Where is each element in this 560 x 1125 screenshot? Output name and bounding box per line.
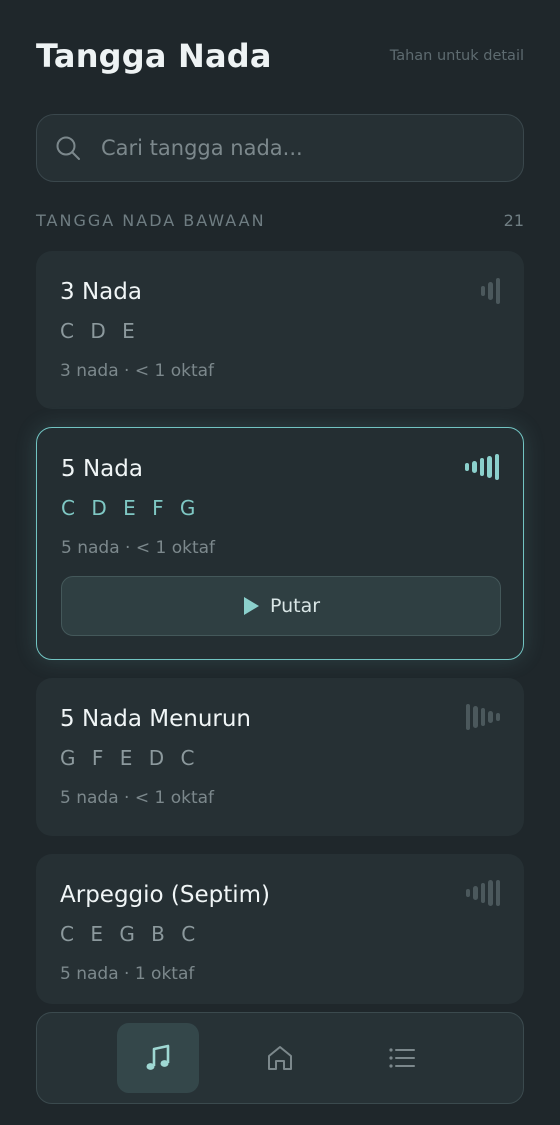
waveform-bar xyxy=(495,278,500,304)
waveform-bar xyxy=(472,461,477,473)
waveform-bar xyxy=(488,282,493,300)
scale-name: 3 Nada xyxy=(60,279,142,305)
waveform-bar xyxy=(480,883,485,903)
scale-name: Arpeggio (Septim) xyxy=(60,882,271,908)
scale-meta: 5 nada · 1 oktaf xyxy=(60,964,195,984)
waveform-bar xyxy=(488,880,493,906)
scale-notes: C E G B C xyxy=(60,922,201,946)
scale-card-arpeggio-septim[interactable]: Arpeggio (Septim) C E G B C 5 nada · 1 o… xyxy=(36,854,524,1004)
section-count: 21 xyxy=(503,210,524,230)
search-input[interactable] xyxy=(101,136,523,160)
waveform-bar xyxy=(494,454,499,480)
waveform-bar xyxy=(495,880,500,906)
scale-meta: 5 nada · < 1 oktaf xyxy=(60,788,215,808)
waveform-bar xyxy=(465,889,470,897)
scale-name: 5 Nada xyxy=(61,456,143,482)
waveform-bar xyxy=(488,711,493,723)
music-note-icon xyxy=(146,1044,170,1070)
search-icon xyxy=(56,136,80,160)
scale-card-5-nada-menurun[interactable]: 5 Nada Menurun G F E D C 5 nada · < 1 ok… xyxy=(36,678,524,836)
scale-notes: C D E xyxy=(60,319,140,343)
nav-home[interactable] xyxy=(239,1023,321,1093)
hold-hint: Tahan untuk detail xyxy=(389,48,524,64)
waveform-bar xyxy=(480,708,485,726)
scale-card-5-nada[interactable]: 5 Nada C D E F G 5 nada · < 1 oktaf Puta… xyxy=(36,427,524,660)
waveform-bar xyxy=(479,458,484,476)
waveform-bar xyxy=(473,706,478,728)
section-header: TANGGA NADA BAWAAN 21 xyxy=(36,208,524,232)
header: Tangga Nada Tahan untuk detail xyxy=(36,34,524,78)
waveform-icon xyxy=(465,879,500,907)
waveform-bar xyxy=(480,286,485,296)
page-title: Tangga Nada xyxy=(36,37,272,75)
waveform-icon xyxy=(480,277,500,305)
scale-meta: 3 nada · < 1 oktaf xyxy=(60,361,215,381)
waveform-bar xyxy=(487,456,492,478)
home-icon xyxy=(268,1046,292,1070)
waveform-icon xyxy=(465,703,500,731)
list-icon xyxy=(389,1048,415,1068)
nav-list[interactable] xyxy=(361,1023,443,1093)
waveform-bar xyxy=(464,463,469,471)
play-label: Putar xyxy=(269,595,321,617)
nav-scales[interactable] xyxy=(117,1023,199,1093)
waveform-bar xyxy=(465,704,470,730)
scale-meta: 5 nada · < 1 oktaf xyxy=(61,538,216,558)
scale-name: 5 Nada Menurun xyxy=(60,706,252,732)
scale-notes: G F E D C xyxy=(60,746,200,770)
scale-notes: C D E F G xyxy=(61,496,201,520)
play-icon xyxy=(243,597,259,615)
search-box[interactable] xyxy=(36,114,524,182)
scale-card-3-nada[interactable]: 3 Nada C D E 3 nada · < 1 oktaf xyxy=(36,251,524,409)
play-button[interactable]: Putar xyxy=(61,576,501,636)
bottom-nav xyxy=(36,1012,524,1104)
waveform-bar xyxy=(473,886,478,900)
waveform-icon xyxy=(464,453,499,481)
waveform-bar xyxy=(495,713,500,721)
section-title: TANGGA NADA BAWAAN xyxy=(36,210,266,230)
